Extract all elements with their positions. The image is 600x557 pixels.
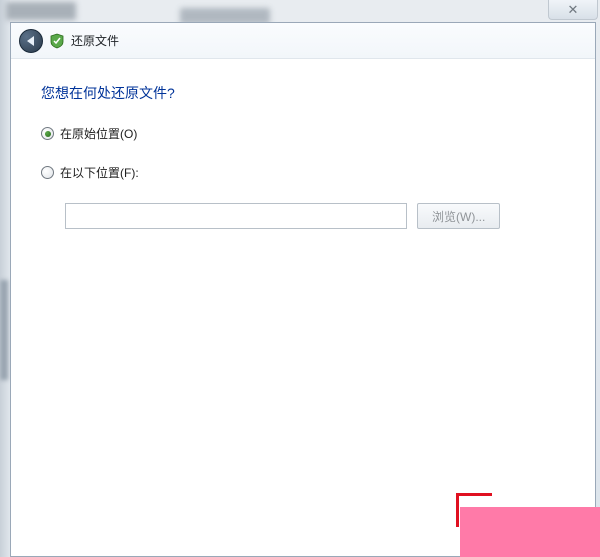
- radio-icon: [41, 127, 54, 140]
- window-close-button[interactable]: ✕: [548, 0, 598, 20]
- background-blur-text: [6, 2, 76, 20]
- close-icon: ✕: [568, 3, 579, 16]
- restore-icon: [49, 33, 65, 49]
- path-input[interactable]: [65, 203, 407, 229]
- radio-following-location[interactable]: 在以下位置(F):: [41, 164, 565, 181]
- dialog-body: 您想在何处还原文件? 在原始位置(O) 在以下位置(F): 浏览(W)...: [11, 59, 595, 556]
- back-button[interactable]: [19, 29, 43, 53]
- dialog-title: 还原文件: [71, 32, 119, 49]
- path-row: 浏览(W)...: [65, 203, 565, 229]
- window-left-shadow: [0, 280, 8, 380]
- watermark-border: [456, 493, 492, 527]
- browse-button[interactable]: 浏览(W)...: [417, 203, 500, 229]
- window-left-edge: [0, 0, 10, 557]
- radio-icon: [41, 166, 54, 179]
- radio-original-location[interactable]: 在原始位置(O): [41, 125, 565, 142]
- radio-label: 在以下位置(F):: [60, 164, 139, 181]
- background-window: ✕ 还原文件 您想在何处还原文件? 在原始位置(O) 在以下位: [0, 0, 600, 557]
- back-arrow-icon: [27, 36, 34, 46]
- dialog-header: 还原文件: [11, 23, 595, 59]
- restore-files-dialog: 还原文件 您想在何处还原文件? 在原始位置(O) 在以下位置(F): 浏览(W)…: [10, 22, 596, 557]
- dialog-heading: 您想在何处还原文件?: [41, 83, 565, 103]
- radio-label: 在原始位置(O): [60, 125, 137, 142]
